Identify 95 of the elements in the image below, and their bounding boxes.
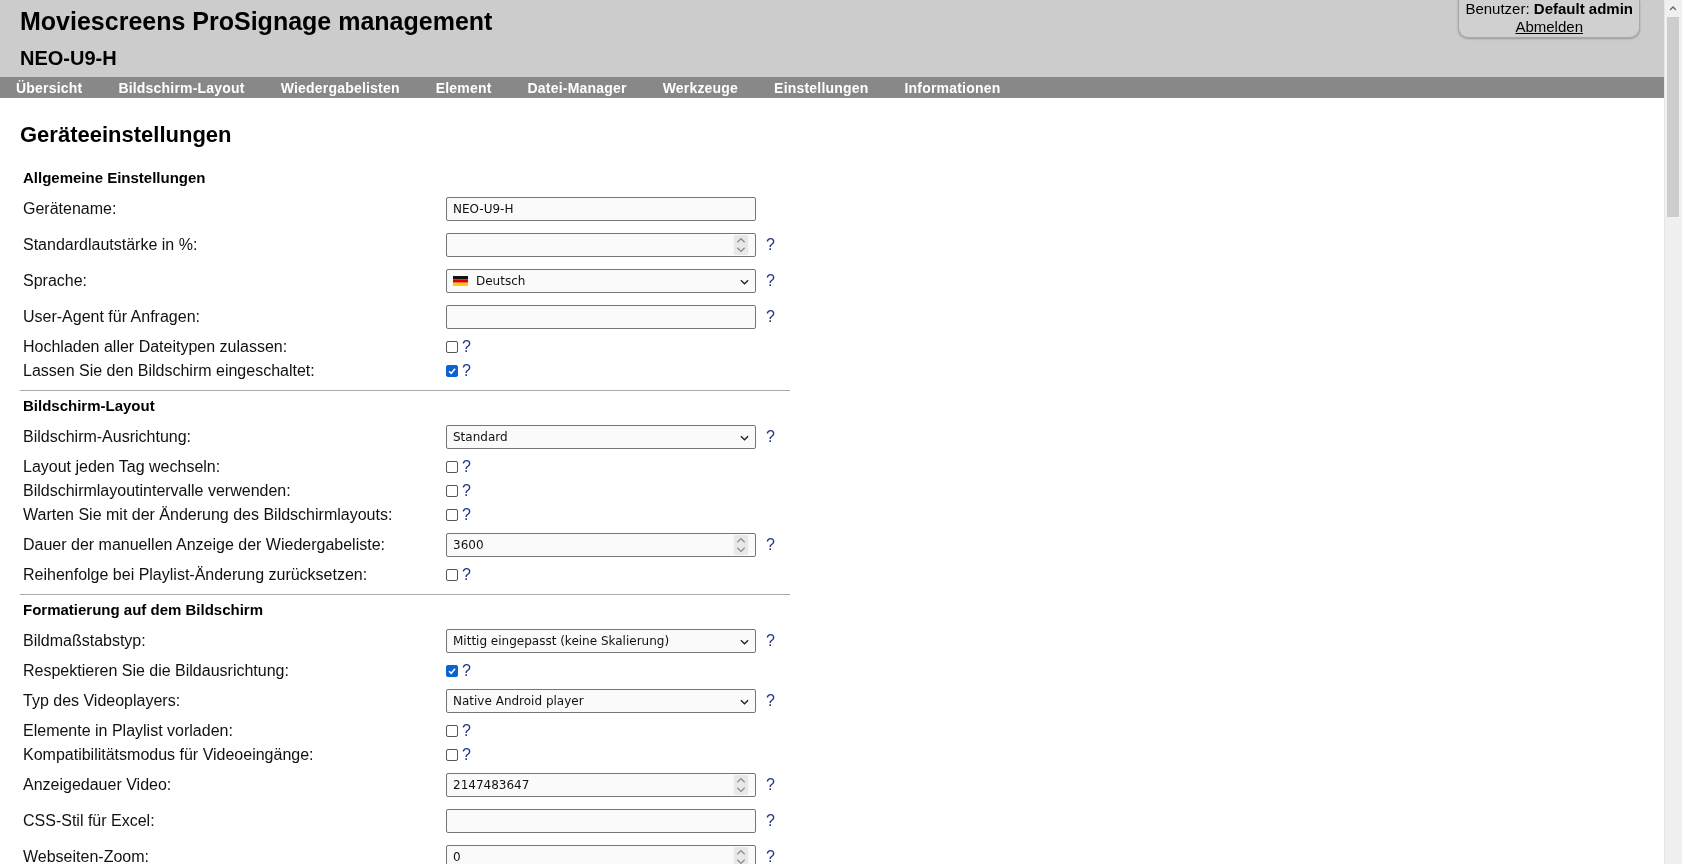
field-label: Elemente in Playlist vorladen: bbox=[23, 722, 234, 740]
help-link[interactable]: ? bbox=[766, 848, 775, 864]
help-link[interactable]: ? bbox=[766, 776, 775, 794]
dropdown[interactable]: Mittig eingepasst (keine Skalierung) bbox=[446, 629, 756, 653]
nav-link[interactable]: Wiedergabelisten bbox=[280, 78, 400, 97]
help-link[interactable]: ? bbox=[766, 692, 775, 710]
chevron-down-icon bbox=[740, 279, 749, 285]
help-link[interactable]: ? bbox=[766, 272, 775, 290]
help-link[interactable]: ? bbox=[462, 662, 471, 680]
field-label: Anzeigedauer Video: bbox=[23, 776, 173, 794]
nav-link[interactable]: Werkzeuge bbox=[662, 78, 739, 97]
help-link[interactable]: ? bbox=[462, 482, 471, 500]
help-link[interactable]: ? bbox=[462, 722, 471, 740]
nav-link[interactable]: Bildschirm-Layout bbox=[118, 78, 245, 97]
spinner-icon[interactable] bbox=[733, 235, 749, 255]
help-link[interactable]: ? bbox=[462, 506, 471, 524]
field-label: Reihenfolge bei Playlist-Änderung zurücksetzen: bbox=[23, 566, 369, 584]
help-link[interactable]: ? bbox=[766, 536, 775, 554]
help-link[interactable]: ? bbox=[462, 338, 471, 356]
checkbox[interactable] bbox=[446, 485, 458, 497]
field-label: Sprache: bbox=[23, 272, 89, 290]
help-link[interactable]: ? bbox=[462, 566, 471, 584]
help-link[interactable]: ? bbox=[766, 632, 775, 650]
section-heading: Bildschirm-Layout bbox=[22, 396, 156, 416]
nav-link[interactable]: Datei-Manager bbox=[527, 78, 627, 97]
nav-link[interactable]: Einstellungen bbox=[774, 78, 869, 97]
field-label: Lassen Sie den Bildschirm eingeschaltet: bbox=[23, 362, 316, 380]
scrollbar[interactable] bbox=[1664, 0, 1682, 864]
field-label: CSS-Stil für Excel: bbox=[23, 812, 156, 830]
field-label: Respektieren Sie die Bildausrichtung: bbox=[23, 662, 290, 680]
scroll-up-icon[interactable] bbox=[1668, 5, 1678, 11]
dropdown[interactable]: Native Android player bbox=[446, 689, 756, 713]
chevron-down-icon bbox=[740, 639, 749, 645]
help-link[interactable]: ? bbox=[462, 746, 471, 764]
number-field[interactable]: 2147483647 bbox=[446, 773, 756, 797]
checkbox[interactable] bbox=[446, 749, 458, 761]
number-field[interactable] bbox=[446, 233, 756, 257]
field-label: Standardlautstärke in %: bbox=[23, 236, 199, 254]
user-name: Default admin bbox=[1533, 0, 1633, 17]
field-label: Dauer der manuellen Anzeige der Wiedergabeliste: bbox=[23, 536, 386, 554]
field-value: 0 bbox=[453, 850, 461, 864]
help-link[interactable]: ? bbox=[766, 308, 775, 326]
logout-link[interactable]: Abmelden bbox=[1515, 18, 1583, 35]
nav-link[interactable]: Übersicht bbox=[16, 78, 83, 97]
user-label: Benutzer: bbox=[1465, 0, 1530, 17]
text-field[interactable]: NEO-U9-H bbox=[446, 197, 756, 221]
checkbox[interactable] bbox=[446, 569, 458, 581]
dropdown-value: Mittig eingepasst (keine Skalierung) bbox=[453, 634, 670, 648]
number-field[interactable]: 0 bbox=[446, 845, 756, 864]
help-link[interactable]: ? bbox=[766, 812, 775, 830]
dropdown-value: Native Android player bbox=[453, 694, 584, 708]
scrollbar-thumb[interactable] bbox=[1667, 17, 1679, 217]
field-label: Hochladen aller Dateitypen zulassen: bbox=[23, 338, 289, 356]
field-label: Kompatibilitätsmodus für Videoeingänge: bbox=[23, 746, 315, 764]
checkbox[interactable] bbox=[446, 461, 458, 473]
help-link[interactable]: ? bbox=[766, 236, 775, 254]
nav-link[interactable]: Element bbox=[435, 78, 492, 97]
field-label: Bildmaßstabstyp: bbox=[23, 632, 147, 650]
help-link[interactable]: ? bbox=[462, 458, 471, 476]
nav-link[interactable]: Informationen bbox=[904, 78, 1001, 97]
section-heading: Formatierung auf dem Bildschirm bbox=[22, 600, 265, 620]
section-heading: Allgemeine Einstellungen bbox=[22, 168, 207, 188]
dropdown[interactable]: Standard bbox=[446, 425, 756, 449]
help-link[interactable]: ? bbox=[462, 362, 471, 380]
field-label: Gerätename: bbox=[23, 200, 118, 218]
dropdown-value: Standard bbox=[453, 430, 508, 444]
dropdown[interactable]: Deutsch bbox=[446, 269, 756, 293]
chevron-down-icon bbox=[740, 699, 749, 705]
text-field[interactable] bbox=[446, 305, 756, 329]
help-link[interactable]: ? bbox=[766, 428, 775, 446]
field-label: Layout jeden Tag wechseln: bbox=[23, 458, 222, 476]
text-field[interactable] bbox=[446, 809, 756, 833]
checkbox[interactable] bbox=[446, 665, 458, 677]
spinner-icon[interactable] bbox=[733, 847, 749, 864]
field-value: NEO-U9-H bbox=[453, 202, 514, 216]
checkbox[interactable] bbox=[446, 365, 458, 377]
dropdown-value: Deutsch bbox=[476, 274, 526, 288]
field-label: User-Agent für Anfragen: bbox=[23, 308, 201, 326]
number-field[interactable]: 3600 bbox=[446, 533, 756, 557]
field-label: Typ des Videoplayers: bbox=[23, 692, 182, 710]
page-title: Geräteeinstellungen bbox=[20, 122, 233, 148]
field-label: Webseiten-Zoom: bbox=[23, 848, 150, 864]
checkbox[interactable] bbox=[446, 725, 458, 737]
app-title: Moviescreens ProSignage management bbox=[20, 6, 493, 36]
field-label: Bildschirmlayoutintervalle verwenden: bbox=[23, 482, 292, 500]
chevron-down-icon bbox=[740, 435, 749, 441]
field-label: Bildschirm-Ausrichtung: bbox=[23, 428, 193, 446]
spinner-icon[interactable] bbox=[733, 535, 749, 555]
device-name: NEO-U9-H bbox=[20, 46, 118, 70]
field-label: Warten Sie mit der Änderung des Bildschirmlayouts: bbox=[23, 506, 394, 524]
checkbox[interactable] bbox=[446, 509, 458, 521]
field-value: 2147483647 bbox=[453, 778, 530, 792]
checkbox[interactable] bbox=[446, 341, 458, 353]
field-value: 3600 bbox=[453, 538, 484, 552]
spinner-icon[interactable] bbox=[733, 775, 749, 795]
